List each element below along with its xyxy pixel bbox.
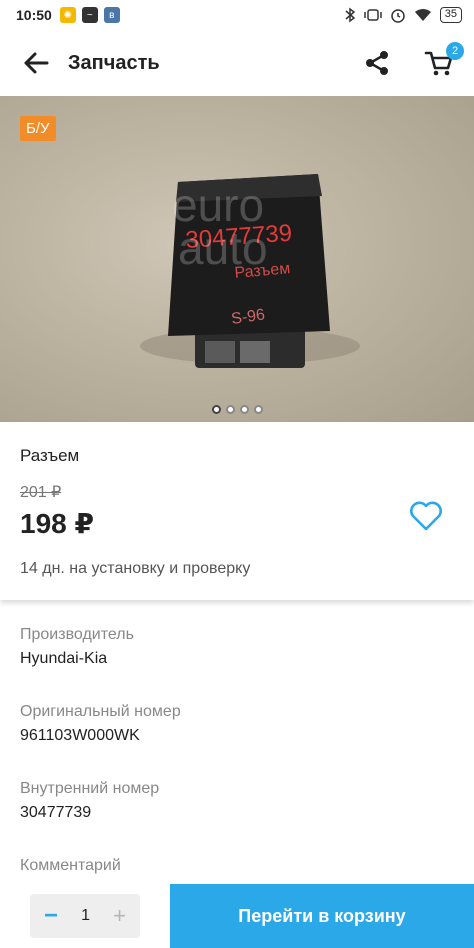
carousel-dot[interactable] [239,405,249,414]
old-price: 201 ₽ [20,484,62,501]
page-title: Запчасть [68,51,160,74]
detail-original-number: Оригинальный номер 961103W000WK [20,703,181,745]
detail-value: 30477739 [20,804,92,821]
notification-vk-icon: в [103,7,120,23]
battery-indicator: 35 [439,7,462,23]
quantity-decrease-button[interactable]: − [44,904,58,928]
arrow-left-icon [24,52,49,74]
quantity-increase-button[interactable]: + [113,905,126,927]
go-to-cart-button[interactable]: Перейти в корзину [170,884,474,948]
detail-comment: Комментарий [20,857,121,875]
detail-value: Hyundai-Kia [20,650,108,667]
notification-app-icon: ✺ [59,7,76,23]
cart-button[interactable]: 2 [414,38,464,88]
product-photo-carousel[interactable]: 30477739 Разъем S-96 euro auto Б/У [0,96,474,422]
current-price: 198 ₽ [20,508,94,539]
cart-count-badge: 2 [446,42,464,60]
carousel-dot[interactable] [211,405,221,414]
carousel-dot[interactable] [225,405,235,414]
status-bar: 10:50 ✺ ~ в 35 [0,0,474,30]
carousel-dots [0,405,474,414]
quantity-value: 1 [81,907,91,924]
share-icon [366,51,388,75]
notification-chart-icon: ~ [81,7,98,23]
detail-internal-number: Внутренний номер 30477739 [20,780,159,822]
detail-value: 961103W000WK [20,727,140,744]
heart-icon [410,501,442,531]
share-button[interactable] [352,38,402,88]
vibrate-icon [364,9,382,21]
product-photo-image: 30477739 Разъем S-96 euro auto [140,174,360,368]
quantity-stepper: − 1 + [30,894,140,938]
detail-manufacturer: Производитель Hyundai-Kia [20,626,134,668]
condition-badge: Б/У [20,116,56,141]
bottom-action-bar: − 1 + Перейти в корзину [0,884,474,948]
wifi-icon [414,8,431,21]
detail-label: Внутренний номер [20,780,160,797]
favorite-button[interactable] [404,494,448,538]
product-name: Разъем [20,446,80,465]
svg-text:auto: auto [178,222,268,274]
app-bar: Запчасть 2 [0,30,474,96]
status-time: 10:50 [16,7,52,23]
alarm-icon [391,9,405,23]
delivery-info: 14 дн. на установку и проверку [20,560,251,577]
status-right: 35 [344,7,462,23]
bluetooth-icon [345,7,355,23]
carousel-dot[interactable] [253,405,263,414]
detail-label: Производитель [20,626,134,643]
product-info-card: Разъем 201 ₽ 198 ₽ 14 дн. на установку и… [0,422,474,600]
back-button[interactable] [8,35,64,91]
detail-label: Комментарий [20,857,121,874]
detail-label: Оригинальный номер [20,703,181,720]
